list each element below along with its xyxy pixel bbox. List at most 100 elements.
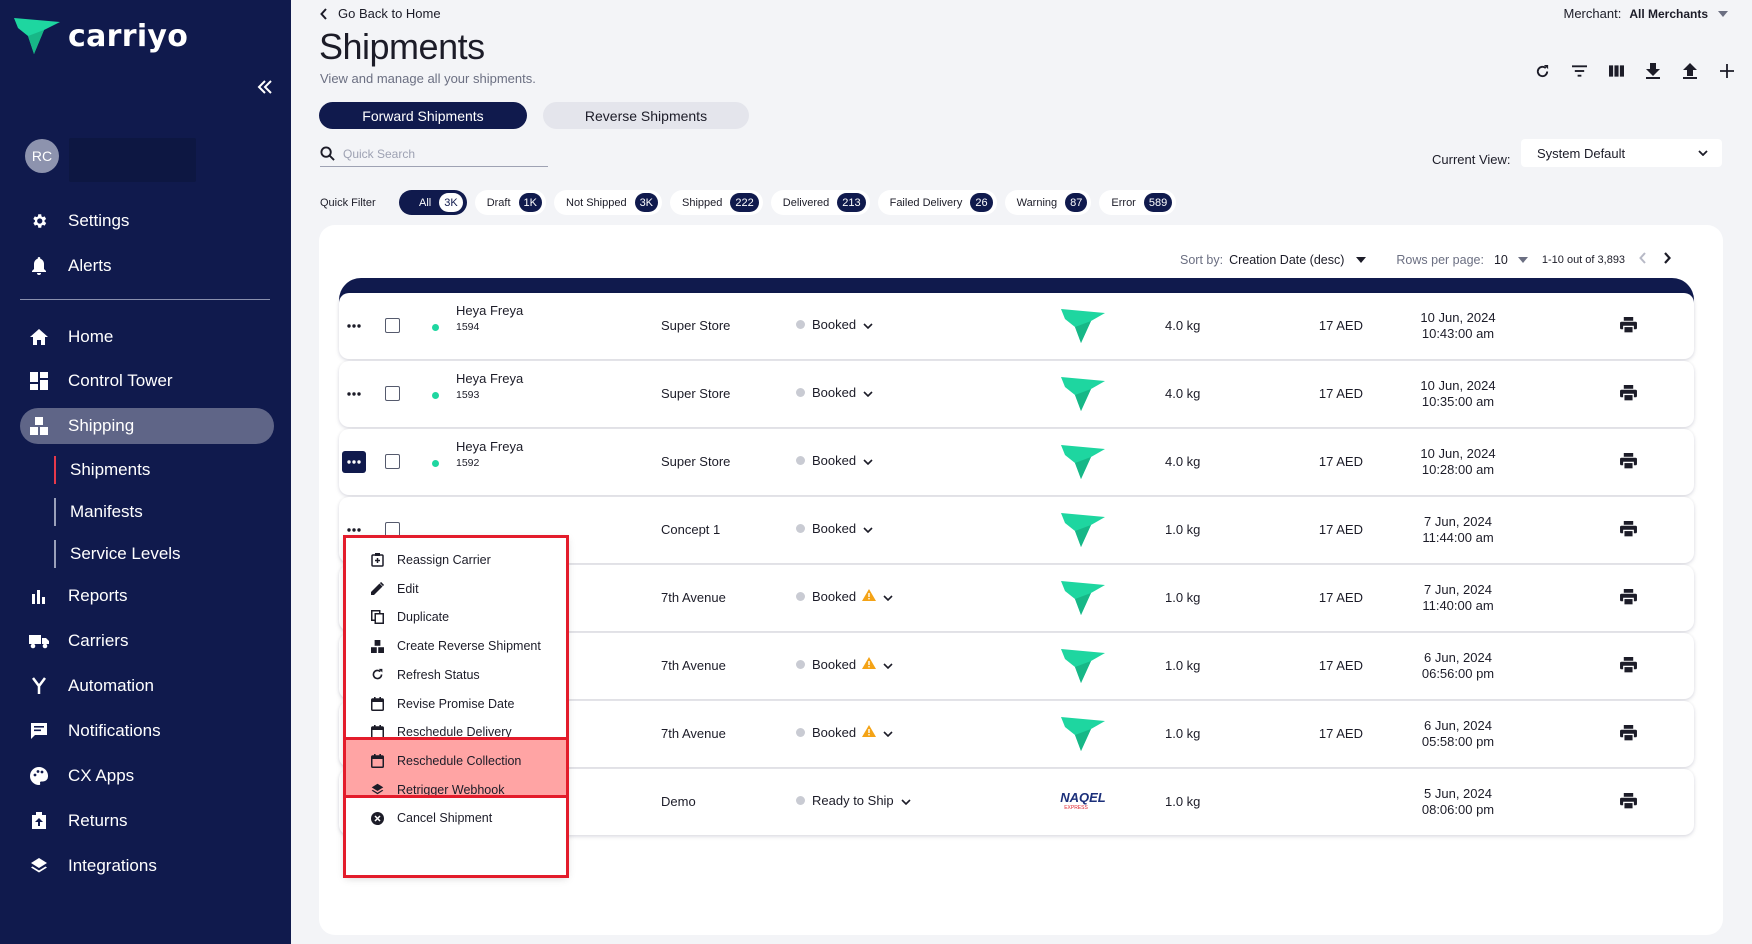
menu-item-label: Cancel Shipment [397,811,493,826]
status-dropdown-chevron-down-icon[interactable] [863,385,873,400]
filter-chip-error[interactable]: Error 589 [1099,190,1177,215]
status-dropdown-chevron-down-icon[interactable] [883,657,893,672]
sidebar-subitem-manifests[interactable]: Manifests [54,498,143,526]
status-dropdown-chevron-down-icon[interactable] [863,453,873,468]
table-row[interactable]: Heya Freya 1594 Super Store Booked 4.0 kg 17 … [339,293,1694,359]
filter-chip-shipped[interactable]: Shipped 222 [670,190,763,215]
sidebar-subitem-shipments[interactable]: Shipments [54,456,150,484]
chevron-left-icon [320,7,327,20]
tab-reverse-shipments[interactable]: Reverse Shipments [543,102,749,129]
filter-chip-not-shipped[interactable]: Not Shipped 3K [554,190,663,215]
customer-name: Heya Freya [456,371,524,386]
print-button[interactable] [1620,725,1637,744]
filter-chip-count: 3K [439,193,463,212]
tab-forward-shipments[interactable]: Forward Shipments [319,102,527,129]
user-name-block[interactable] [69,138,196,182]
sidebar-item-integrations[interactable]: Integrations [20,848,274,884]
print-button[interactable] [1620,589,1637,608]
sidebar-item-shipping[interactable]: Shipping [20,408,274,444]
creation-date-cell: 7 Jun, 2024 11:40:00 am [1393,582,1523,614]
status-dropdown-chevron-down-icon[interactable] [901,793,911,808]
filter-chip-failed-delivery[interactable]: Failed Delivery 26 [877,190,997,215]
row-checkbox[interactable] [385,522,400,537]
row-checkbox[interactable] [385,454,400,469]
status-dropdown-chevron-down-icon[interactable] [863,317,873,332]
filter-icon [1571,65,1587,77]
creation-time: 08:06:00 pm [1421,802,1495,817]
print-button[interactable] [1620,453,1637,472]
table-row[interactable]: Heya Freya 1593 Super Store Booked 4.0 kg 17 … [339,361,1694,427]
shipment-name[interactable]: Heya Freya 1593 [456,371,523,401]
merchant-selector[interactable]: Merchant: All Merchants [1564,6,1728,21]
sidebar-item-home[interactable]: Home [20,319,274,355]
row-actions-button[interactable] [342,383,366,405]
menu-item-reassign-carrier[interactable]: Reassign Carrier [345,544,567,576]
menu-item-cancel-shipment[interactable]: Cancel Shipment [345,802,567,834]
print-button[interactable] [1620,385,1637,404]
sidebar-item-alerts[interactable]: Alerts [20,248,274,284]
status-dropdown-chevron-down-icon[interactable] [883,589,893,604]
filter-chip-count: 3K [634,193,659,212]
status-dropdown-chevron-down-icon[interactable] [863,521,873,536]
print-button[interactable] [1620,657,1637,676]
row-actions-button[interactable] [342,451,366,473]
menu-item-revise-promise-date[interactable]: Revise Promise Date [345,688,567,720]
shipment-name[interactable]: Heya Freya 1594 [456,303,523,333]
row-checkbox[interactable] [385,318,400,333]
sidebar-item-notifications[interactable]: Notifications [20,713,274,749]
filter-chip-count: 1K [518,193,543,212]
sort-select[interactable]: Creation Date (desc) [1229,253,1367,267]
filter-chip-warning[interactable]: Warning 87 [1004,190,1092,215]
rows-per-page-select[interactable]: 10 [1494,253,1528,267]
filter-chip-all[interactable]: All 3K [399,190,467,215]
sidebar-item-returns[interactable]: Returns [20,803,274,839]
avatar[interactable]: RC [25,139,59,173]
row-actions-button[interactable] [342,315,366,337]
merchant-cell: Super Store [661,454,731,469]
download-button[interactable] [1644,62,1662,80]
status-indicator [796,660,805,669]
print-button[interactable] [1620,521,1637,540]
menu-item-duplicate[interactable]: Duplicate [345,601,567,633]
sidebar-item-cx-apps[interactable]: CX Apps [20,758,274,794]
filter-chip-draft[interactable]: Draft 1K [474,190,547,215]
collapse-sidebar-button[interactable] [254,76,276,98]
menu-item-create-reverse-shipment[interactable]: Create Reverse Shipment [345,630,567,662]
row-checkbox[interactable] [385,386,400,401]
menu-item-retrigger-webhook[interactable]: Retrigger Webhook [345,774,567,806]
refresh-button[interactable] [1533,62,1551,80]
go-back-link[interactable]: Go Back to Home [320,6,441,21]
plus-icon [1720,64,1734,78]
filter-chip-label: Shipped [682,196,723,209]
current-view-select[interactable]: System Default [1521,139,1722,167]
sidebar-item-settings[interactable]: Settings [20,203,274,239]
columns-button[interactable] [1607,62,1625,80]
filter-button[interactable] [1570,62,1588,80]
menu-item-label: Reschedule Delivery [397,725,512,740]
menu-item-reschedule-collection[interactable]: Reschedule Collection [345,745,567,777]
shipment-name[interactable]: Heya Freya 1592 [456,439,523,469]
add-shipment-button[interactable] [1718,62,1736,80]
printer-icon [1620,657,1637,674]
menu-item-edit[interactable]: Edit [345,573,567,605]
status-dropdown-chevron-down-icon[interactable] [883,725,893,740]
next-page-button[interactable] [1663,252,1672,267]
brand-logo[interactable]: carriyo [14,18,188,54]
carriyo-carrier-logo-icon [1061,717,1105,751]
sidebar-item-reports[interactable]: Reports [20,578,274,614]
sidebar-item-control-tower[interactable]: Control Tower [20,363,274,399]
table-row[interactable]: Heya Freya 1592 Super Store Booked 4.0 kg 17 … [339,429,1694,495]
boxes-icon [369,638,385,654]
filter-chip-delivered[interactable]: Delivered 213 [770,190,870,215]
print-button[interactable] [1620,317,1637,336]
sidebar-subitem-service-levels[interactable]: Service Levels [54,540,181,568]
prev-page-button[interactable] [1639,252,1647,267]
sidebar-item-automation[interactable]: Automation [20,668,274,704]
menu-item-reschedule-delivery[interactable]: Reschedule Delivery [345,716,567,748]
upload-button[interactable] [1681,62,1699,80]
search-input[interactable] [343,146,533,161]
sidebar-item-carriers[interactable]: Carriers [20,623,274,659]
menu-item-refresh-status[interactable]: Refresh Status [345,659,567,691]
sidebar-item-label: Home [68,327,114,346]
print-button[interactable] [1620,793,1637,812]
